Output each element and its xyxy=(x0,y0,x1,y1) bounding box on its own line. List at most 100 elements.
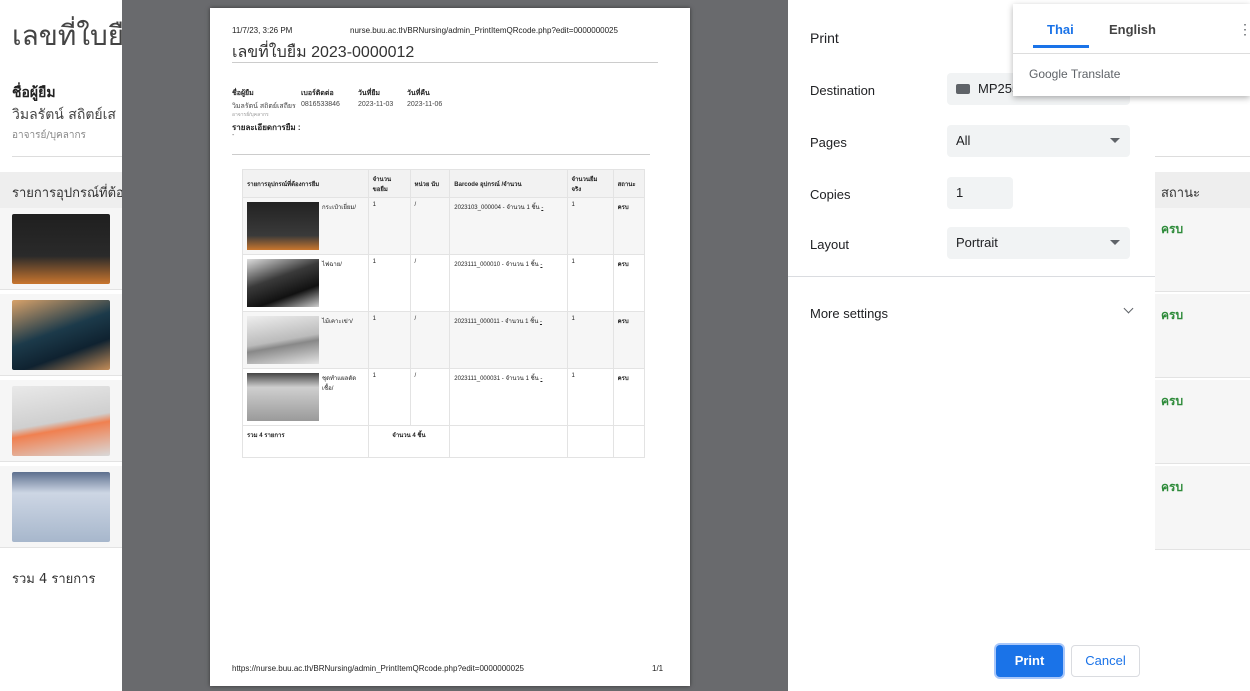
footer-page-number: 1/1 xyxy=(652,664,664,673)
layout-label: Layout xyxy=(810,237,850,252)
actual-cell: 1 xyxy=(566,311,614,369)
column-header: รายการอุปกรณ์ที่ต้องการยืม xyxy=(242,169,369,198)
pages-select[interactable]: All xyxy=(947,125,1130,157)
item-cell: ชุดทำแผลตัด เชื้อ/ xyxy=(242,368,369,426)
info-value: 0816533846 xyxy=(301,101,340,108)
borrower-role: อาจารย์/บุคลากร xyxy=(12,130,86,141)
table-row: ไฟฉาย/ 1 / 2023111_000010 - จำนวน 1 ชิ้น… xyxy=(242,254,645,312)
divider xyxy=(232,62,658,63)
status-badge: ครบ xyxy=(1155,208,1250,292)
tab-english[interactable]: English xyxy=(1109,22,1156,37)
actual-cell: 1 xyxy=(566,197,614,255)
cancel-button[interactable]: Cancel xyxy=(1071,645,1140,677)
list-item xyxy=(0,380,122,462)
qty-cell: 1 xyxy=(367,311,410,369)
divider xyxy=(1013,53,1250,54)
unit-cell: / xyxy=(409,368,450,426)
status-cell: ครบ xyxy=(612,368,645,426)
status-cell: ครบ xyxy=(612,311,645,369)
barcode-link: - xyxy=(540,262,543,268)
total-empty xyxy=(612,425,645,458)
items-table: รายการอุปกรณ์ที่ต้องการยืม จำนวน ขอยืม ห… xyxy=(242,169,645,458)
item-photo xyxy=(12,472,110,542)
item-cell: ไฟฉาย/ xyxy=(242,254,369,312)
details-value: - xyxy=(232,132,235,139)
status-header: สถานะ xyxy=(1155,172,1250,208)
copies-input[interactable]: 1 xyxy=(947,177,1013,209)
item-photo xyxy=(247,316,319,364)
chevron-down-icon xyxy=(1110,138,1120,143)
total-empty xyxy=(449,425,568,458)
qty-cell: 1 xyxy=(367,254,410,312)
list-item xyxy=(0,208,122,290)
info-label: ชื่อผู้ยืม xyxy=(232,90,254,97)
pages-label: Pages xyxy=(810,135,847,150)
more-options-icon[interactable]: ⋮ xyxy=(1238,21,1250,38)
print-settings-panel: Print Destination MP255 Pages All Copies… xyxy=(788,0,1155,691)
barcode-text: 2023111_000011 - จำนวน 1 ชิ้น xyxy=(454,319,539,325)
table-row: ชุดทำแผลตัด เชื้อ/ 1 / 2023111_000031 - … xyxy=(242,368,645,426)
status-badge: ครบ xyxy=(1155,380,1250,464)
item-name: ไฟฉาย/ xyxy=(322,262,342,268)
column-header: Barcode อุปกรณ์ /จำนวน xyxy=(449,169,568,198)
list-header: รายการอุปกรณ์ที่ต้อ xyxy=(0,172,122,208)
print-button[interactable]: Print xyxy=(996,645,1063,677)
barcode-cell: 2023103_000004 - จำนวน 1 ชิ้น - xyxy=(449,197,568,255)
barcode-text: 2023103_000004 - จำนวน 1 ชิ้น xyxy=(454,205,540,211)
more-settings-toggle[interactable]: More settings xyxy=(810,306,888,321)
actual-cell: 1 xyxy=(566,254,614,312)
item-photo xyxy=(12,214,110,284)
status-cell: ครบ xyxy=(612,254,645,312)
status-badge: ครบ xyxy=(1155,466,1250,550)
borrower-role: อาจารย์/บุคลากร xyxy=(232,112,269,118)
barcode-text: 2023111_000031 - จำนวน 1 ชิ้น xyxy=(454,376,539,382)
layout-value: Portrait xyxy=(956,235,998,250)
info-value: 2023-11-03 xyxy=(358,101,394,108)
info-label: เบอร์ติดต่อ xyxy=(301,90,334,97)
print-url: nurse.buu.ac.th/BRNursing/admin_PrintIte… xyxy=(350,26,618,35)
total-label: รวม 4 รายการ xyxy=(12,572,96,587)
actual-cell: 1 xyxy=(566,368,614,426)
info-label: วันที่ยืม xyxy=(358,90,381,97)
printer-icon xyxy=(956,84,970,94)
info-contact: เบอร์ติดต่อ 0816533846 xyxy=(301,88,340,108)
barcode-link: - xyxy=(541,205,544,211)
info-borrower: ชื่อผู้ยืม วิมลรัตน์ สถิตย์เสถียร xyxy=(232,88,296,112)
info-return-date: วันที่คืน 2023-11-06 xyxy=(407,88,442,108)
total-qty: จำนวน 4 ชิ้น xyxy=(367,425,450,458)
details-label: รายละเอียดการยืม : xyxy=(232,123,301,132)
print-date: 11/7/23, 3:26 PM xyxy=(232,26,293,35)
list-item xyxy=(0,294,122,376)
unit-cell: / xyxy=(409,254,450,312)
table-total-row: รวม 4 รายการ จำนวน 4 ชิ้น xyxy=(242,425,645,458)
barcode-cell: 2023111_000011 - จำนวน 1 ชิ้น - xyxy=(449,311,568,369)
qty-cell: 1 xyxy=(367,368,410,426)
table-header-row: รายการอุปกรณ์ที่ต้องการยืม จำนวน ขอยืม ห… xyxy=(242,169,645,198)
divider xyxy=(788,276,1155,277)
info-value: 2023-11-06 xyxy=(407,101,443,108)
translate-brand: Google Translate xyxy=(1029,67,1121,81)
layout-select[interactable]: Portrait xyxy=(947,227,1130,259)
footer-url: https://nurse.buu.ac.th/BRNursing/admin_… xyxy=(232,664,524,673)
status-badge: ครบ xyxy=(1155,294,1250,378)
item-photo xyxy=(12,300,110,370)
info-borrow-date: วันที่ยืม 2023-11-03 xyxy=(358,88,393,108)
divider xyxy=(12,156,122,157)
item-name: ชุดทำแผลตัด เชื้อ/ xyxy=(322,376,357,392)
column-header: จำนวน ขอยืม xyxy=(367,169,410,198)
unit-cell: / xyxy=(409,197,450,255)
total-items: รวม 4 รายการ xyxy=(242,425,369,458)
barcode-cell: 2023111_000031 - จำนวน 1 ชิ้น - xyxy=(449,368,568,426)
panel-title: Print xyxy=(810,30,839,46)
destination-label: Destination xyxy=(810,83,876,98)
item-cell: กระเป๋าเยี่ยม/ xyxy=(242,197,369,255)
page-title: เลขที่ใบยื xyxy=(12,19,125,52)
table-row: ไม้เคาะเข่า/ 1 / 2023111_000011 - จำนวน … xyxy=(242,311,645,369)
list-item xyxy=(0,466,122,548)
column-header: จำนวนยืม จริง xyxy=(566,169,614,198)
borrower-label: ชื่อผู้ยืม xyxy=(12,85,56,101)
tab-thai[interactable]: Thai xyxy=(1047,22,1074,37)
barcode-text: 2023111_000010 - จำนวน 1 ชิ้น xyxy=(454,262,539,268)
chevron-down-icon[interactable] xyxy=(1123,303,1134,314)
item-photo xyxy=(12,386,110,456)
